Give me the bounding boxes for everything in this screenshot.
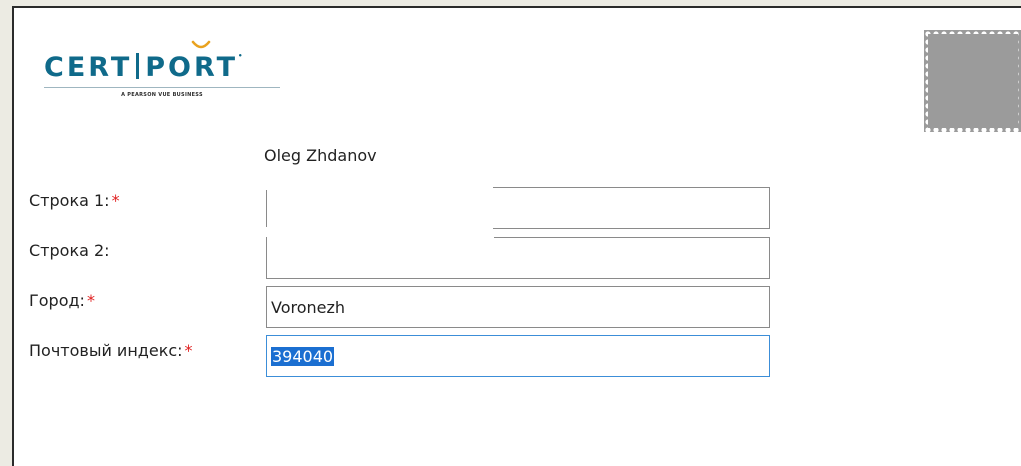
city-value: Voronezh	[271, 297, 346, 317]
city-label: Город: *	[29, 291, 95, 310]
postal-label: Почтовый индекс: *	[29, 341, 193, 360]
address-card: CERT PORT• A PEARSON VUE BUSINESS Oleg Zh…	[12, 6, 1021, 466]
postal-value-selected: 394040	[271, 346, 335, 366]
postal-code-input[interactable]: 394040	[266, 335, 770, 377]
address-line1-input[interactable]	[266, 187, 770, 229]
field-border-artifact	[267, 237, 494, 259]
recipient-name: Oleg Zhdanov	[264, 146, 377, 165]
logo-wordmark: CERT PORT•	[44, 52, 243, 83]
required-mark: *	[86, 291, 95, 310]
city-input[interactable]: Voronezh	[266, 286, 770, 328]
required-mark: *	[184, 341, 193, 360]
line1-label: Строка 1: *	[29, 191, 120, 210]
postage-stamp-icon	[924, 30, 1021, 132]
required-mark: *	[111, 191, 120, 210]
field-border-artifact	[265, 185, 493, 190]
logo-divider	[44, 87, 280, 88]
line2-label: Строка 2:	[29, 241, 110, 260]
certiport-logo: CERT PORT• A PEARSON VUE BUSINESS	[44, 40, 304, 106]
logo-tagline: A PEARSON VUE BUSINESS	[121, 92, 203, 98]
